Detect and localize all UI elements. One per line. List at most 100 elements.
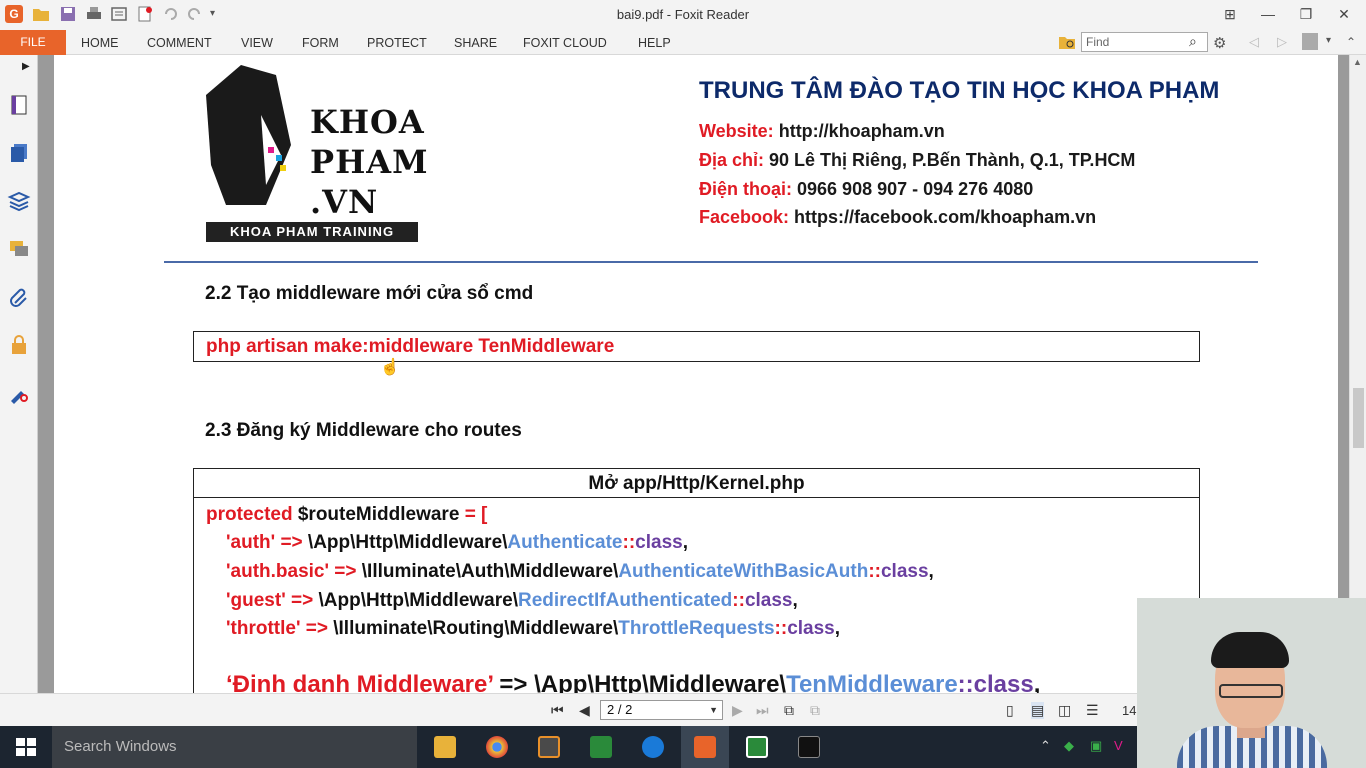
attachments-icon[interactable] <box>7 285 31 309</box>
previous-view-icon[interactable]: ⧉ <box>784 702 794 719</box>
layers-icon[interactable] <box>7 141 31 165</box>
stack-layers-icon[interactable] <box>7 189 31 213</box>
entry-arrow: => <box>334 561 357 582</box>
back-arrow-icon[interactable]: ◁ <box>1249 34 1259 50</box>
collapse-ribbon-icon[interactable]: ⌃ <box>1346 35 1356 49</box>
entry-class-keyword: class <box>635 532 683 553</box>
title-bar: G ▾ bai9.pdf - Foxit Reader ⊞ — ❐ ✕ <box>0 0 1366 30</box>
continuous-view-icon[interactable]: ▤ <box>1031 702 1045 719</box>
facebook-link[interactable]: https://facebook.com/khoapham.vn <box>794 207 1096 227</box>
minimize-button[interactable]: — <box>1253 2 1283 26</box>
first-page-icon[interactable]: ⏮ <box>551 702 564 719</box>
entry-arrow: => <box>280 532 303 553</box>
signature-tool-icon[interactable] <box>7 381 31 405</box>
user-dropdown-icon[interactable]: ▾ <box>1326 35 1331 46</box>
tab-help[interactable]: HELP <box>638 30 671 55</box>
taskbar-command-prompt[interactable] <box>785 726 833 768</box>
custom-entry-key: ‘Định danh Middleware’ <box>226 671 493 693</box>
code-line-declaration: protected $routeMiddleware = [ <box>206 504 487 526</box>
tab-foxit-cloud[interactable]: FOXIT CLOUD <box>523 30 607 55</box>
custom-entry-comma: , <box>1033 671 1041 693</box>
foxit-app-icon[interactable]: G <box>5 5 23 23</box>
taskbar-teamviewer[interactable] <box>629 726 677 768</box>
tab-share[interactable]: SHARE <box>454 30 497 55</box>
tab-view[interactable]: VIEW <box>241 30 273 55</box>
entry-separator: :: <box>868 561 881 582</box>
window-title: bai9.pdf - Foxit Reader <box>616 7 750 22</box>
undo-icon[interactable] <box>161 5 179 23</box>
page-thumbnails-icon[interactable] <box>7 93 31 117</box>
phone-text: 0966 908 907 - 094 276 4080 <box>797 179 1034 199</box>
chrome-icon <box>486 736 508 758</box>
presenter-glasses <box>1219 684 1283 698</box>
tab-file[interactable]: FILE <box>0 30 66 55</box>
continuous-facing-view-icon[interactable]: ☰ <box>1086 702 1099 719</box>
zoom-level[interactable]: 14 <box>1122 703 1136 718</box>
tray-network-icon[interactable]: ◆ <box>1064 738 1074 754</box>
user-avatar-icon[interactable] <box>1302 33 1318 50</box>
teamviewer-icon <box>642 736 664 758</box>
print-icon[interactable] <box>85 5 103 23</box>
previous-page-icon[interactable]: ◀ <box>579 702 590 719</box>
find-folder-icon[interactable] <box>1058 34 1076 50</box>
tab-home[interactable]: HOME <box>81 30 119 55</box>
lock-icon[interactable] <box>7 333 31 357</box>
page-dropdown-icon: ▼ <box>709 705 718 715</box>
logo-line-vn: .VN <box>310 183 379 221</box>
entry-key: 'auth.basic' <box>226 561 330 582</box>
keyword-protected: protected <box>206 504 293 525</box>
heading-2-3: 2.3 Đăng ký Middleware cho routes <box>205 420 522 441</box>
tray-app-icon[interactable]: ▣ <box>1090 738 1102 754</box>
tab-protect[interactable]: PROTECT <box>367 30 427 55</box>
show-hidden-icons[interactable]: ⌃ <box>1040 738 1051 754</box>
open-folder-icon[interactable] <box>32 5 50 23</box>
taskbar-search-input[interactable]: Search Windows <box>52 726 417 768</box>
search-icon[interactable]: ⌕ <box>1189 33 1197 50</box>
redo-icon[interactable] <box>186 5 204 23</box>
facing-view-icon[interactable]: ◫ <box>1058 702 1071 719</box>
entry-namespace: \Illuminate\Auth\Middleware\ <box>361 561 619 582</box>
website-link[interactable]: http://khoapham.vn <box>779 121 945 141</box>
taskbar-file-explorer[interactable] <box>421 726 469 768</box>
contact-facebook: Facebook: https://facebook.com/khoapham.… <box>699 207 1096 228</box>
tab-form[interactable]: FORM <box>302 30 339 55</box>
entry-namespace: \App\Http\Middleware\ <box>318 590 518 611</box>
comments-icon[interactable] <box>7 237 31 261</box>
facebook-label: Facebook: <box>699 207 790 227</box>
logo-band: KHOA PHAM TRAINING <box>206 222 418 242</box>
entry-comma: , <box>682 532 688 553</box>
restore-button[interactable]: ❐ <box>1291 2 1321 26</box>
new-document-icon[interactable] <box>136 5 154 23</box>
taskbar-camtasia[interactable] <box>577 726 625 768</box>
properties-icon[interactable] <box>110 5 128 23</box>
custom-entry-class: TenMiddleware <box>786 671 958 693</box>
windows-start-icon[interactable] <box>16 738 36 756</box>
code-box-title: Mở app/Http/Kernel.php <box>194 469 1199 498</box>
gear-icon[interactable]: ⚙ <box>1213 34 1226 52</box>
entry-separator: :: <box>622 532 636 553</box>
close-button[interactable]: ✕ <box>1329 2 1359 26</box>
taskbar-foxit-reader[interactable] <box>681 726 729 768</box>
scroll-thumb[interactable] <box>1353 388 1364 448</box>
single-page-view-icon[interactable]: ▯ <box>1006 702 1014 719</box>
taskbar-chrome[interactable] <box>473 726 521 768</box>
taskbar-camtasia-recorder[interactable] <box>733 726 781 768</box>
taskbar-sublime[interactable] <box>525 726 573 768</box>
forward-arrow-icon[interactable]: ▷ <box>1277 34 1287 50</box>
next-view-icon[interactable]: ⧉ <box>810 702 820 719</box>
tray-vietkey-icon[interactable]: V <box>1114 738 1123 753</box>
entry-comma: , <box>792 590 798 611</box>
last-page-icon[interactable]: ⏭ <box>756 702 769 719</box>
kernel-code-box: Mở app/Http/Kernel.php protected $routeM… <box>193 468 1200 693</box>
ribbon-layout-icon[interactable]: ⊞ <box>1215 2 1245 26</box>
scroll-up-icon[interactable]: ▲ <box>1353 57 1362 67</box>
command-box: php artisan make:middleware TenMiddlewar… <box>193 331 1200 362</box>
save-icon[interactable] <box>59 5 77 23</box>
center-title: TRUNG TÂM ĐÀO TẠO TIN HỌC KHOA PHẠM <box>699 77 1220 104</box>
entry-separator: :: <box>732 590 745 611</box>
next-page-icon[interactable]: ▶ <box>732 702 743 719</box>
page-number-selector[interactable]: 2 / 2 ▼ <box>600 700 723 720</box>
tab-comment[interactable]: COMMENT <box>147 30 212 55</box>
expand-panel-icon[interactable]: ▶ <box>22 61 30 72</box>
quick-access-dropdown-icon[interactable]: ▾ <box>210 5 228 23</box>
